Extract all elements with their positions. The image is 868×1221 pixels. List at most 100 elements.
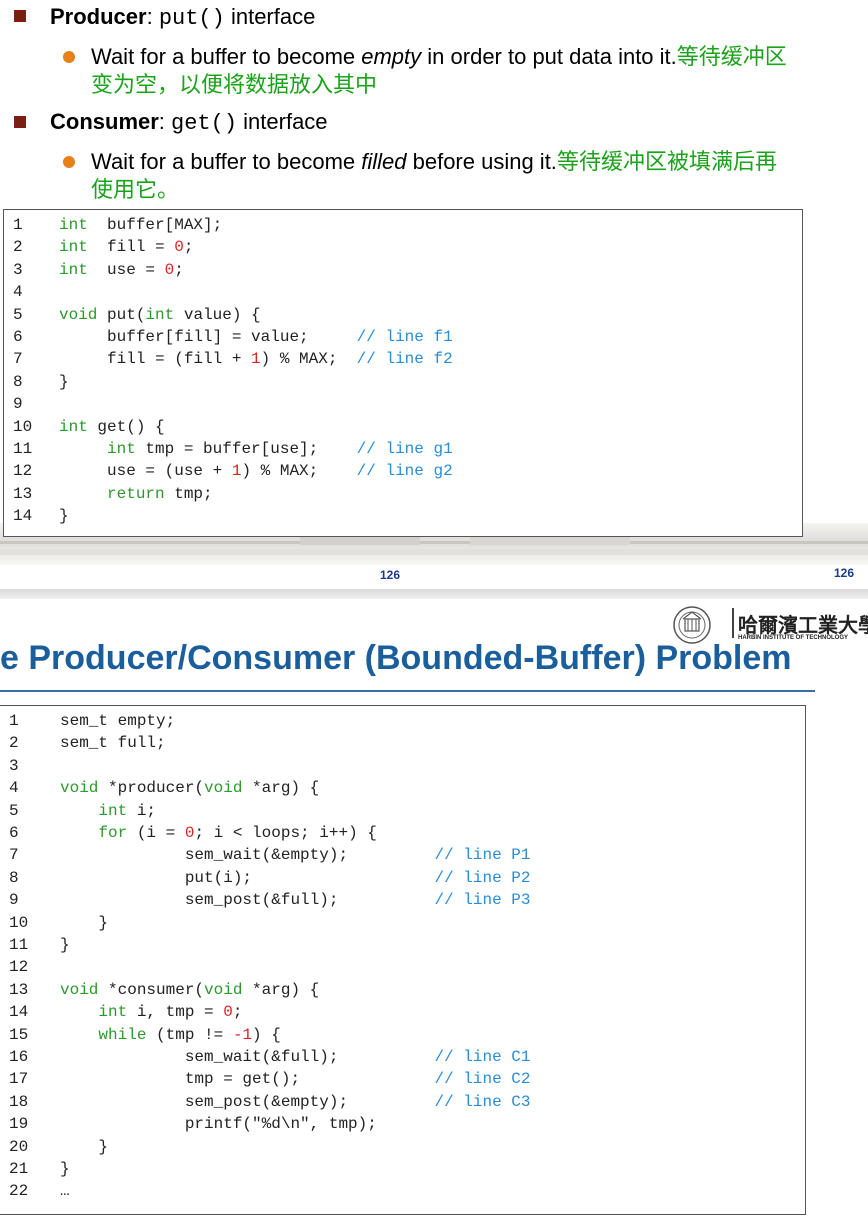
code-line: 8}	[4, 371, 802, 393]
code-line: 22 …	[0, 1180, 805, 1202]
code-block-producer-consumer: 1 sem_t empty; 2 sem_t full; 3 4 void *produce…	[0, 705, 806, 1215]
title-underline	[0, 690, 815, 692]
line-number: 4	[13, 283, 23, 302]
page-number: 126	[380, 568, 401, 582]
code-line: 2 int fill = 0;	[4, 236, 802, 258]
code-line: 17 tmp = get(); // line C2	[0, 1068, 805, 1090]
code-text: int fill = 0;	[59, 238, 194, 257]
line-number: 10	[9, 913, 29, 932]
line-number: 7	[9, 846, 19, 865]
page-number-right: 126	[834, 566, 855, 580]
line-number: 6	[13, 328, 23, 346]
code-text: }	[59, 372, 69, 391]
code-text: int get() {	[59, 417, 165, 436]
code-text: put(i); // line P2	[60, 868, 531, 887]
code-block-put-get: 1 int buffer[MAX]; 2 int fill = 0; 3 int use …	[3, 209, 803, 537]
code-text: int buffer[MAX];	[59, 216, 223, 234]
line-number: 21	[9, 1160, 29, 1178]
code-text: }	[60, 936, 70, 954]
code-line: 10 }	[0, 912, 805, 934]
code-text: int use = 0;	[59, 260, 184, 279]
code-line: 21}	[0, 1158, 805, 1180]
line-number: 3	[13, 260, 23, 279]
line-number: 6	[9, 824, 19, 842]
line-number: 5	[13, 305, 23, 324]
subbullet-producer: Wait for a buffer to become empty in ord…	[91, 44, 787, 97]
code-text: int tmp = buffer[use]; // line g1	[107, 440, 453, 458]
code-text: …	[60, 1182, 70, 1201]
code-line: 4 void *producer(void *arg) {	[0, 777, 805, 799]
slide-title: e Producer/Consumer (Bounded-Buffer) Pro…	[0, 639, 792, 677]
bullet-square-icon	[14, 10, 26, 22]
subbullet-consumer: Wait for a buffer to become filled befor…	[91, 149, 777, 202]
code-text: }	[59, 507, 69, 526]
code-line: 14}	[4, 505, 802, 527]
line-number: 11	[13, 440, 33, 458]
code-text: for (i = 0; i < loops; i++) {	[98, 824, 377, 842]
line-number: 2	[9, 734, 19, 753]
line-number: 12	[9, 958, 29, 977]
code-line: 1 sem_t empty;	[0, 710, 805, 732]
line-number: 1	[13, 216, 23, 234]
code-line: 5 void put(int value) {	[4, 304, 802, 326]
code-line: 8 put(i); // line P2	[0, 867, 805, 889]
line-number: 22	[9, 1182, 29, 1201]
bullet-consumer: Consumer: get() interface	[50, 109, 328, 136]
code-line: 19 printf("%d\n", tmp);	[0, 1113, 805, 1135]
line-number: 9	[13, 395, 23, 414]
code-line: 12	[0, 956, 805, 978]
code-line: 6 for (i = 0; i < loops; i++) {	[0, 822, 805, 844]
code-line: 4	[4, 281, 802, 303]
code-line: 13 return tmp;	[4, 483, 802, 505]
code-line: 13 void *consumer(void *arg) {	[0, 979, 805, 1001]
code-text: while (tmp != -1) {	[98, 1025, 281, 1044]
line-number: 14	[13, 507, 33, 526]
code-text: }	[60, 1137, 109, 1156]
line-number: 14	[9, 1003, 29, 1022]
line-number: 13	[13, 484, 33, 503]
code-line: 14 int i, tmp = 0;	[0, 1001, 805, 1023]
line-number: 4	[9, 779, 19, 798]
code-line: 7 sem_wait(&empty); // line P1	[0, 844, 805, 866]
line-number: 18	[9, 1092, 29, 1111]
line-number: 19	[9, 1115, 29, 1134]
line-number: 5	[9, 801, 19, 820]
slide-separator	[0, 589, 868, 599]
code-text: use = (use + 1) % MAX; // line g2	[59, 462, 453, 481]
code-text: void put(int value) {	[59, 305, 261, 324]
code-line: 2 sem_t full;	[0, 732, 805, 754]
code-line: 3 int use = 0;	[4, 259, 802, 281]
code-line: 7 fill = (fill + 1) % MAX; // line f2	[4, 348, 802, 370]
code-line: 11}	[0, 934, 805, 956]
code-text: printf("%d\n", tmp);	[60, 1115, 377, 1134]
bullet-producer: Producer: put() interface	[50, 4, 316, 31]
line-number: 8	[13, 372, 23, 391]
code-text: sem_t empty;	[60, 712, 176, 730]
line-number: 8	[9, 868, 19, 887]
logo-chinese-text: 哈爾濱工業大學	[738, 613, 868, 637]
code-line: 1 int buffer[MAX];	[4, 214, 802, 236]
line-number: 16	[9, 1048, 29, 1066]
line-number: 3	[9, 756, 19, 775]
code-text: fill = (fill + 1) % MAX; // line f2	[59, 350, 453, 369]
bullet-dot-icon	[63, 156, 75, 168]
code-line: 18 sem_post(&empty); // line C3	[0, 1091, 805, 1113]
code-line: 3	[0, 755, 805, 777]
line-number: 12	[13, 462, 33, 481]
code-text: void *consumer(void *arg) {	[60, 980, 320, 999]
bullet-dot-icon	[63, 51, 75, 63]
code-line: 16 sem_wait(&full); // line C1	[0, 1046, 805, 1068]
line-number: 2	[13, 238, 23, 257]
line-number: 10	[13, 417, 33, 436]
line-number: 9	[9, 891, 19, 910]
code-text: sem_wait(&empty); // line P1	[60, 846, 531, 865]
code-text: }	[60, 913, 109, 932]
code-line: 9 sem_post(&full); // line P3	[0, 889, 805, 911]
line-number: 15	[9, 1025, 29, 1044]
code-line: 10 int get() {	[4, 416, 802, 438]
code-text: }	[60, 1160, 70, 1178]
code-text: buffer[fill] = value; // line f1	[59, 328, 453, 346]
code-line: 12 use = (use + 1) % MAX; // line g2	[4, 460, 802, 482]
line-number: 17	[9, 1070, 29, 1089]
line-number: 11	[9, 936, 29, 954]
